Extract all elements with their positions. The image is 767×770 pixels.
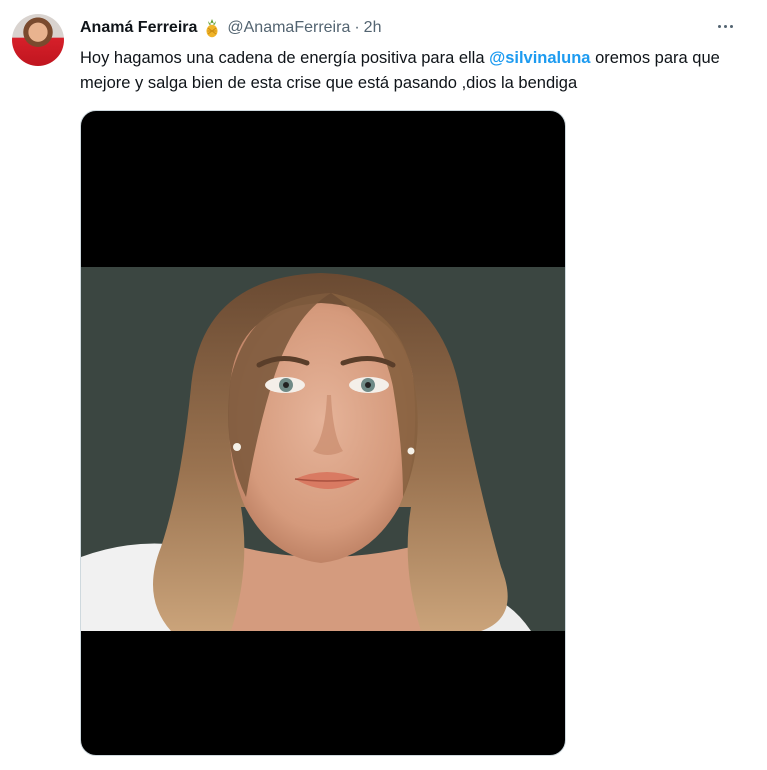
- separator-dot: ·: [354, 19, 360, 36]
- portrait-photo[interactable]: [81, 267, 565, 631]
- display-name[interactable]: Anamá Ferreira: [80, 19, 197, 37]
- tweet-card[interactable]: Anamá Ferreira @AnamaFerreira · 2h Hoy h…: [0, 0, 767, 770]
- tweet-media[interactable]: [80, 110, 566, 756]
- tweet-text-start: Hoy hagamos una cadena de energía positi…: [80, 49, 490, 67]
- tweet-header: Anamá Ferreira @AnamaFerreira · 2h: [80, 16, 381, 40]
- avatar[interactable]: [12, 14, 64, 66]
- user-handle[interactable]: @AnamaFerreira: [227, 19, 350, 37]
- more-options-button[interactable]: [711, 14, 739, 38]
- more-horizontal-icon: [717, 24, 721, 28]
- tweet-text: Hoy hagamos una cadena de energía positi…: [80, 46, 750, 96]
- timestamp[interactable]: 2h: [364, 19, 382, 37]
- pineapple-icon: [203, 18, 221, 38]
- mention-link[interactable]: @silvinaluna: [489, 49, 590, 67]
